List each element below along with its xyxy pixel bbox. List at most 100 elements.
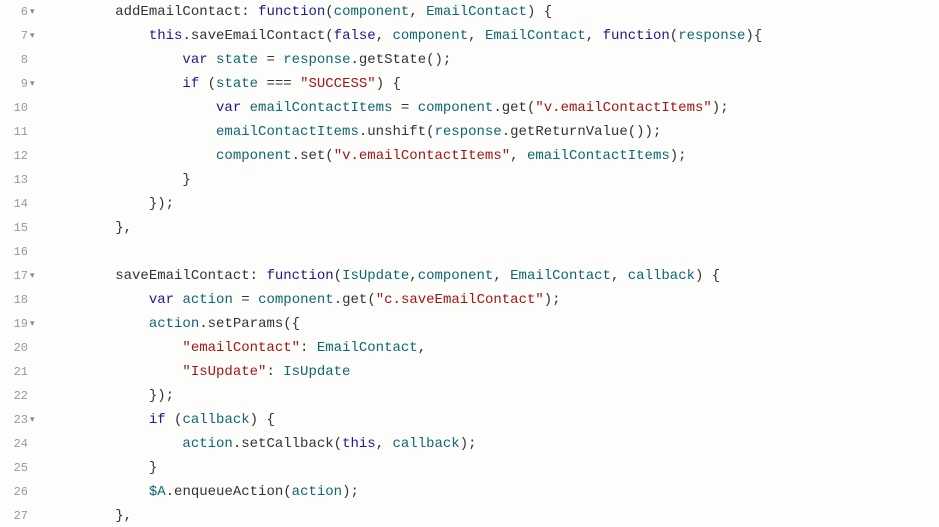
line-number: 23 [0, 408, 28, 432]
code-content[interactable]: if (state === "SUCCESS") { [44, 72, 401, 96]
code-line[interactable]: 16 [0, 240, 939, 264]
token-ident: component [216, 148, 292, 164]
token-punc: . [199, 316, 207, 332]
token-punc [241, 100, 249, 116]
code-content[interactable]: "emailContact": EmailContact, [44, 336, 426, 360]
code-line[interactable]: 20 "emailContact": EmailContact, [0, 336, 939, 360]
code-line[interactable]: 24 action.setCallback(this, callback); [0, 432, 939, 456]
code-content[interactable]: saveEmailContact: function(IsUpdate,comp… [44, 264, 720, 288]
token-prop: setParams [208, 316, 284, 332]
token-punc: . [182, 28, 190, 44]
code-line[interactable]: 10 var emailContactItems = component.get… [0, 96, 939, 120]
code-content[interactable]: }); [44, 192, 174, 216]
line-number: 26 [0, 480, 28, 504]
code-content[interactable]: if (callback) { [44, 408, 275, 432]
token-ident: state [216, 52, 258, 68]
code-content[interactable]: component.set("v.emailContactItems", ema… [44, 144, 687, 168]
token-ident: response [434, 124, 501, 140]
line-number: 7 [0, 24, 28, 48]
token-punc: ( [334, 436, 342, 452]
token-punc: . [292, 148, 300, 164]
code-content[interactable]: var action = component.get("c.saveEmailC… [44, 288, 561, 312]
token-this: this [342, 436, 376, 452]
token-string: "IsUpdate" [182, 364, 266, 380]
code-content[interactable]: } [44, 168, 191, 192]
code-content[interactable]: var emailContactItems = component.get("v… [44, 96, 729, 120]
token-punc: ( [670, 28, 678, 44]
token-prop: unshift [367, 124, 426, 140]
token-punc: . [493, 100, 501, 116]
code-content[interactable]: this.saveEmailContact(false, component, … [44, 24, 762, 48]
token-punc: === [258, 76, 300, 92]
code-content[interactable]: } [44, 456, 157, 480]
code-line[interactable]: 14 }); [0, 192, 939, 216]
fold-toggle-icon[interactable]: ▾ [28, 408, 44, 432]
token-keyword: var [182, 52, 207, 68]
line-number: 19 [0, 312, 28, 336]
fold-toggle-icon[interactable]: ▾ [28, 0, 44, 24]
fold-toggle-icon[interactable]: ▾ [28, 72, 44, 96]
code-line[interactable]: 21 "IsUpdate": IsUpdate [0, 360, 939, 384]
code-content[interactable]: addEmailContact: function(component, Ema… [44, 0, 552, 24]
token-keyword: function [258, 4, 325, 20]
code-content[interactable]: var state = response.getState(); [44, 48, 451, 72]
token-ident: component [334, 4, 410, 20]
line-number: 10 [0, 96, 28, 120]
token-ident: EmailContact [317, 340, 418, 356]
token-punc: , [376, 436, 393, 452]
token-prop: getState [359, 52, 426, 68]
token-ident: response [678, 28, 745, 44]
token-ident: action [292, 484, 342, 500]
token-keyword: function [603, 28, 670, 44]
code-editor[interactable]: 6▾ addEmailContact: function(component, … [0, 0, 939, 527]
token-punc: : [300, 340, 317, 356]
code-line[interactable]: 25 } [0, 456, 939, 480]
fold-toggle-icon[interactable]: ▾ [28, 24, 44, 48]
token-punc: . [233, 436, 241, 452]
code-line[interactable]: 12 component.set("v.emailContactItems", … [0, 144, 939, 168]
code-line[interactable]: 7▾ this.saveEmailContact(false, componen… [0, 24, 939, 48]
token-punc: } [149, 460, 157, 476]
code-content[interactable]: $A.enqueueAction(action); [44, 480, 359, 504]
code-content[interactable]: }, [44, 504, 132, 527]
token-punc: = [258, 52, 283, 68]
token-prop: get [502, 100, 527, 116]
token-punc: ) { [695, 268, 720, 284]
token-punc: } [182, 172, 190, 188]
code-line[interactable]: 26 $A.enqueueAction(action); [0, 480, 939, 504]
token-punc: . [166, 484, 174, 500]
code-line[interactable]: 19▾ action.setParams({ [0, 312, 939, 336]
line-number: 8 [0, 48, 28, 72]
token-punc: ( [199, 76, 216, 92]
code-line[interactable]: 15 }, [0, 216, 939, 240]
token-punc: ( [325, 148, 333, 164]
code-content[interactable]: action.setCallback(this, callback); [44, 432, 477, 456]
code-content[interactable]: action.setParams({ [44, 312, 300, 336]
code-line[interactable]: 13 } [0, 168, 939, 192]
code-line[interactable]: 17▾ saveEmailContact: function(IsUpdate,… [0, 264, 939, 288]
token-ident: callback [628, 268, 695, 284]
code-content[interactable]: emailContactItems.unshift(response.getRe… [44, 120, 661, 144]
line-number: 22 [0, 384, 28, 408]
token-prop: saveEmailContact [191, 28, 325, 44]
fold-toggle-icon[interactable]: ▾ [28, 264, 44, 288]
token-punc: ) { [376, 76, 401, 92]
line-number: 14 [0, 192, 28, 216]
token-punc: ); [544, 292, 561, 308]
code-line[interactable]: 23▾ if (callback) { [0, 408, 939, 432]
code-line[interactable]: 18 var action = component.get("c.saveEma… [0, 288, 939, 312]
token-punc: , [468, 28, 485, 44]
token-ident: IsUpdate [283, 364, 350, 380]
code-line[interactable]: 22 }); [0, 384, 939, 408]
code-line[interactable]: 6▾ addEmailContact: function(component, … [0, 0, 939, 24]
line-number: 18 [0, 288, 28, 312]
code-content[interactable]: "IsUpdate": IsUpdate [44, 360, 350, 384]
code-line[interactable]: 27 }, [0, 504, 939, 527]
code-line[interactable]: 9▾ if (state === "SUCCESS") { [0, 72, 939, 96]
token-ident: EmailContact [485, 28, 586, 44]
code-line[interactable]: 11 emailContactItems.unshift(response.ge… [0, 120, 939, 144]
code-content[interactable]: }); [44, 384, 174, 408]
fold-toggle-icon[interactable]: ▾ [28, 312, 44, 336]
code-line[interactable]: 8 var state = response.getState(); [0, 48, 939, 72]
code-content[interactable]: }, [44, 216, 132, 240]
